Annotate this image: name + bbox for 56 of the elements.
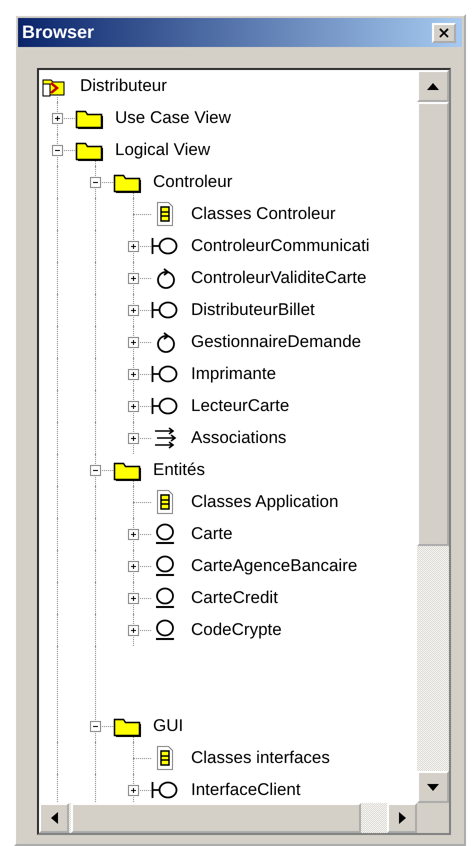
right-arrow-icon — [398, 812, 406, 824]
scroll-left-button[interactable] — [39, 803, 69, 833]
tree-item-label[interactable]: Imprimante — [191, 364, 276, 384]
boundary-class-icon — [151, 779, 179, 801]
tree-item-label[interactable]: Carte — [191, 524, 233, 544]
boundary-class-icon — [151, 363, 179, 385]
scrollbar-thumb[interactable] — [417, 102, 449, 546]
boundary-class-icon — [151, 235, 179, 257]
scroll-down-button[interactable] — [417, 771, 449, 803]
scrollbar-thumb[interactable] — [71, 803, 361, 833]
window-title: Browser — [22, 22, 94, 43]
expand-button[interactable] — [128, 272, 139, 284]
boundary-class-icon — [151, 299, 179, 321]
down-arrow-icon — [427, 784, 439, 790]
tree-item-label[interactable]: Controleur — [153, 172, 232, 192]
expand-button[interactable] — [128, 304, 139, 316]
tree-item-label[interactable]: DistributeurBillet — [191, 300, 315, 320]
expand-button[interactable] — [128, 432, 139, 444]
up-arrow-icon — [427, 82, 439, 90]
scrollbar-corner — [417, 803, 449, 833]
tree-item-label[interactable]: CarteCredit — [191, 588, 278, 608]
tree-item-label[interactable]: LecteurCarte — [191, 396, 290, 416]
scroll-up-button[interactable] — [417, 70, 449, 102]
collapse-button[interactable] — [90, 720, 101, 732]
expand-button[interactable] — [128, 560, 139, 572]
expand-button[interactable] — [128, 240, 139, 252]
expand-button[interactable] — [128, 624, 139, 636]
tree-item-label[interactable]: Use Case View — [115, 108, 231, 128]
tree-item-label[interactable]: GUI — [153, 716, 184, 736]
scroll-right-button[interactable] — [387, 803, 417, 833]
tree-item-label[interactable]: Classes interfaces — [191, 748, 330, 768]
tree-item-label[interactable]: Associations — [191, 428, 286, 448]
collapse-button[interactable] — [90, 176, 101, 188]
tree-item-label[interactable]: ControleurCommunicati — [191, 236, 370, 256]
tree-item-label[interactable]: Classes Controleur — [191, 204, 336, 224]
expand-button[interactable] — [52, 112, 63, 124]
tree-item-label[interactable]: InterfaceClient — [191, 780, 301, 800]
expand-button[interactable] — [128, 784, 139, 796]
expand-button[interactable] — [128, 368, 139, 380]
tree-item-label[interactable]: CarteAgenceBancaire — [191, 556, 358, 576]
tree-item-label[interactable]: GestionnaireDemande — [191, 332, 362, 352]
tree-item-label[interactable]: Logical View — [115, 140, 210, 160]
tree-item-label[interactable]: Classes Application — [191, 492, 338, 512]
close-button[interactable]: × — [432, 22, 456, 42]
expand-button[interactable] — [128, 592, 139, 604]
tree-item-label[interactable]: Distributeur — [80, 76, 167, 96]
collapse-button[interactable] — [90, 464, 101, 476]
tree-item-label[interactable]: ControleurValiditeCarte — [191, 268, 366, 288]
tree-item-label[interactable]: Entités — [153, 460, 205, 480]
expand-button[interactable] — [128, 400, 139, 412]
boundary-class-icon — [151, 395, 179, 417]
tree-item-label[interactable]: CodeCrypte — [191, 620, 282, 640]
expand-button[interactable] — [128, 528, 139, 540]
left-arrow-icon — [50, 812, 58, 824]
collapse-button[interactable] — [52, 144, 63, 156]
expand-button[interactable] — [128, 336, 139, 348]
